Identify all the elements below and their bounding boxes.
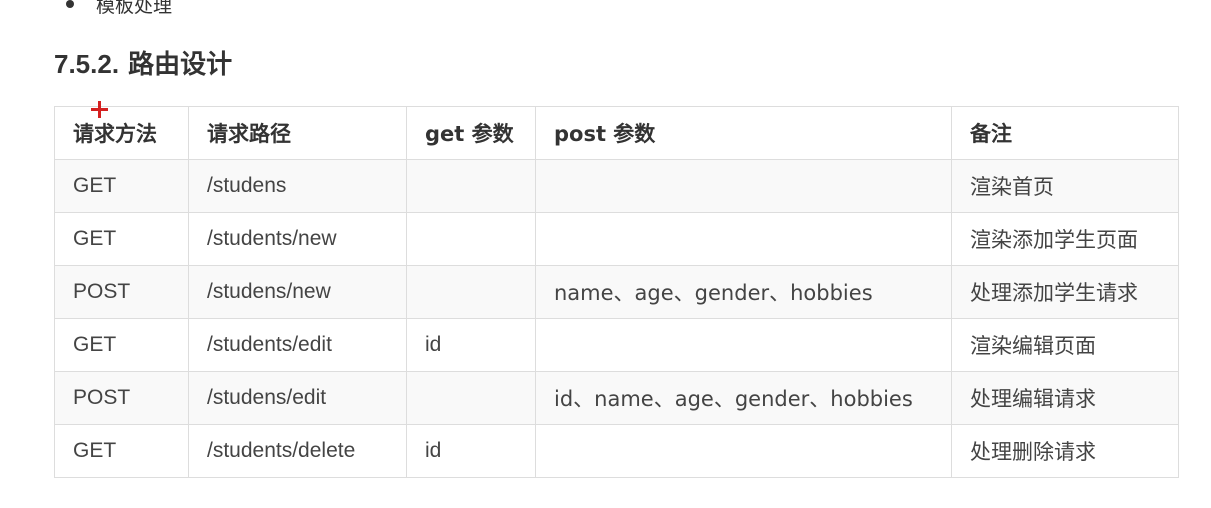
cell-post-params (535, 212, 952, 266)
table-row: GET /students/new 渲染添加学生页面 (54, 212, 1179, 266)
table-row: POST /studens/new name、age、gender、hobbie… (54, 265, 1179, 319)
cell-notes: 处理添加学生请求 (951, 265, 1179, 319)
cell-notes: 处理编辑请求 (951, 371, 1179, 425)
cell-get-params (406, 371, 536, 425)
cell-method: GET (54, 318, 189, 372)
table-header-row: 请求方法 请求路径 get 参数 post 参数 备注 (54, 106, 1179, 160)
cell-path: /studens (188, 159, 407, 213)
cell-notes: 渲染编辑页面 (951, 318, 1179, 372)
header-notes: 备注 (951, 106, 1179, 160)
header-method: 请求方法 (54, 106, 189, 160)
list-item-text: 模板处理 (96, 0, 173, 17)
cell-notes: 渲染添加学生页面 (951, 212, 1179, 266)
cell-post-params (535, 318, 952, 372)
cell-path: /students/new (188, 212, 407, 266)
cell-post-params (535, 424, 952, 478)
cell-method: GET (54, 212, 189, 266)
header-get-params: get 参数 (406, 106, 536, 160)
cell-get-params: id (406, 318, 536, 372)
cell-notes: 渲染首页 (951, 159, 1179, 213)
routes-table: 请求方法 请求路径 get 参数 post 参数 备注 GET /studens… (54, 106, 1179, 478)
cell-method: POST (54, 265, 189, 319)
cell-get-params (406, 159, 536, 213)
list-item: 模板处理 (66, 0, 173, 17)
cell-get-params (406, 212, 536, 266)
cell-path: /studens/new (188, 265, 407, 319)
section-number: 7.5.2. (54, 49, 120, 79)
table-row: POST /studens/edit id、name、age、gender、ho… (54, 371, 1179, 425)
cell-method: GET (54, 159, 189, 213)
section-title: 路由设计 (128, 50, 233, 80)
section-heading: 7.5.2. 路由设计 (54, 46, 232, 83)
cell-path: /students/edit (188, 318, 407, 372)
cell-get-params (406, 265, 536, 319)
bullet-icon (66, 0, 74, 8)
cell-post-params: name、age、gender、hobbies (535, 265, 952, 319)
cell-notes: 处理删除请求 (951, 424, 1179, 478)
header-post-params: post 参数 (535, 106, 952, 160)
table-row: GET /studens 渲染首页 (54, 159, 1179, 213)
crosshair-cursor-icon (91, 101, 108, 118)
table-row: GET /students/delete id 处理删除请求 (54, 424, 1179, 478)
cell-post-params: id、name、age、gender、hobbies (535, 371, 952, 425)
header-path: 请求路径 (188, 106, 407, 160)
cell-post-params (535, 159, 952, 213)
cell-path: /studens/edit (188, 371, 407, 425)
cell-method: POST (54, 371, 189, 425)
cell-get-params: id (406, 424, 536, 478)
cell-method: GET (54, 424, 189, 478)
cell-path: /students/delete (188, 424, 407, 478)
table-row: GET /students/edit id 渲染编辑页面 (54, 318, 1179, 372)
